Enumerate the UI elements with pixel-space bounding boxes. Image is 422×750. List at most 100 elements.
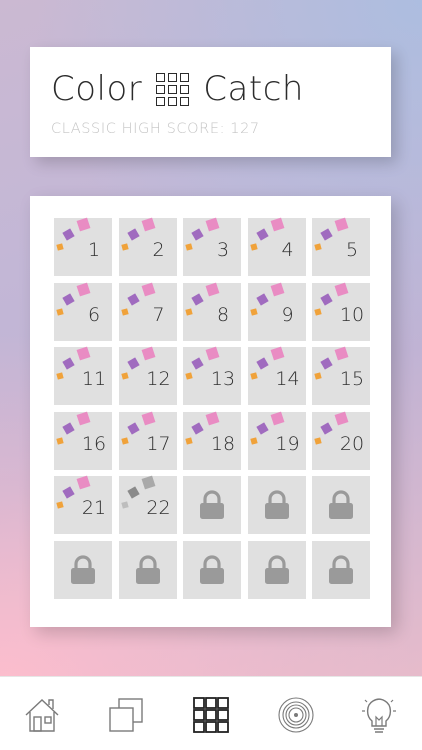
confetti-square-icon [56,372,64,380]
level-tile-locked[interactable] [183,540,241,599]
level-tile-locked[interactable] [247,476,306,534]
level-tile-locked[interactable] [247,540,306,599]
level-tile[interactable]: 21 [54,475,112,534]
confetti-square-icon [185,436,193,445]
layers-icon [109,698,143,732]
lock-icon [135,554,160,584]
level-number: 20 [339,432,365,455]
confetti-square-icon [76,411,91,425]
confetti-square-icon [62,486,75,499]
lightbulb-icon [362,698,396,733]
tab-vinyl-record[interactable] [276,695,316,735]
confetti-square-icon [191,228,204,241]
confetti-square-icon [320,357,333,370]
title-grid-icon [156,72,190,106]
level-number: 9 [281,303,294,326]
level-tile-locked[interactable] [312,540,370,599]
level-tile[interactable]: 12 [118,346,177,405]
confetti-square-icon [120,501,129,509]
confetti-square-icon [126,421,140,435]
confetti-square-icon [320,228,333,241]
confetti-square-icon [56,436,64,445]
confetti-square-icon [205,217,220,232]
level-tile[interactable]: 4 [247,217,306,276]
tab-layers[interactable] [106,695,146,735]
lock-icon [71,554,95,584]
level-tile[interactable]: 18 [183,411,241,470]
level-tile[interactable]: 1 [54,217,112,276]
confetti-square-icon [249,372,258,380]
level-number: 8 [216,303,230,326]
confetti-square-icon [185,372,193,380]
confetti-square-icon [120,307,129,316]
level-tile-locked[interactable] [312,476,370,534]
levels-grid-icon [193,697,229,733]
level-tile[interactable]: 16 [54,411,112,470]
confetti-square-icon [255,292,269,306]
confetti-square-icon [126,228,140,241]
confetti-square-icon [314,372,322,380]
lock-icon [264,490,289,519]
confetti-square-icon [314,243,322,251]
confetti-square-icon [141,217,155,232]
level-tile[interactable]: 2 [118,217,177,276]
level-tile[interactable]: 14 [247,346,306,405]
confetti-square-icon [141,475,155,490]
level-tile[interactable]: 11 [54,346,112,405]
confetti-square-icon [56,243,64,251]
lock-icon [200,490,224,519]
level-tile-locked[interactable] [118,540,177,599]
level-tile[interactable]: 6 [54,282,112,341]
level-tile[interactable]: 10 [312,282,370,341]
level-tile[interactable]: 17 [118,411,177,470]
confetti-square-icon [62,357,75,370]
header-card: Color Catch CLASSIC HIGH SCORE: 127 [30,47,391,157]
level-number: 3 [216,239,230,261]
lock-icon [264,554,289,584]
level-tile[interactable]: 22 [118,475,177,534]
confetti-square-icon [126,292,140,306]
confetti-square-icon [320,421,333,435]
level-number: 2 [152,239,165,261]
level-tile[interactable]: 15 [312,346,370,405]
level-tile[interactable]: 20 [312,411,370,470]
lock-icon [329,554,353,584]
level-number: 21 [81,497,107,519]
confetti-square-icon [191,292,204,306]
confetti-square-icon [76,282,91,296]
tab-lightbulb[interactable] [359,695,399,735]
level-tile[interactable]: 13 [183,346,241,405]
confetti-square-icon [120,436,129,445]
level-number: 22 [146,497,171,519]
level-tile-locked[interactable] [183,476,241,534]
level-tile[interactable]: 7 [118,282,177,341]
confetti-square-icon [249,436,258,445]
confetti-square-icon [270,346,284,361]
level-tile[interactable]: 19 [247,411,306,470]
confetti-square-icon [255,357,269,370]
confetti-square-icon [76,217,91,232]
confetti-square-icon [120,243,129,251]
level-tile[interactable]: 3 [183,217,241,276]
level-number: 11 [81,368,107,390]
confetti-square-icon [334,217,349,232]
level-number: 6 [87,303,101,326]
level-number: 18 [210,432,236,455]
level-tile[interactable]: 8 [183,282,241,341]
level-tile-locked[interactable] [54,540,112,599]
tab-home[interactable] [22,695,62,735]
confetti-square-icon [334,346,349,361]
tab-levels-grid[interactable] [191,695,231,735]
confetti-square-icon [120,372,129,380]
level-tile[interactable]: 9 [247,282,306,341]
confetti-square-icon [320,292,333,306]
level-number: 16 [81,432,107,455]
level-tile[interactable]: 5 [312,217,370,276]
confetti-square-icon [141,282,155,296]
confetti-square-icon [56,307,64,316]
title-word-color: Color [51,69,143,109]
confetti-square-icon [191,421,204,435]
level-number: 10 [339,303,365,326]
level-number: 14 [275,368,300,390]
confetti-square-icon [141,346,155,361]
